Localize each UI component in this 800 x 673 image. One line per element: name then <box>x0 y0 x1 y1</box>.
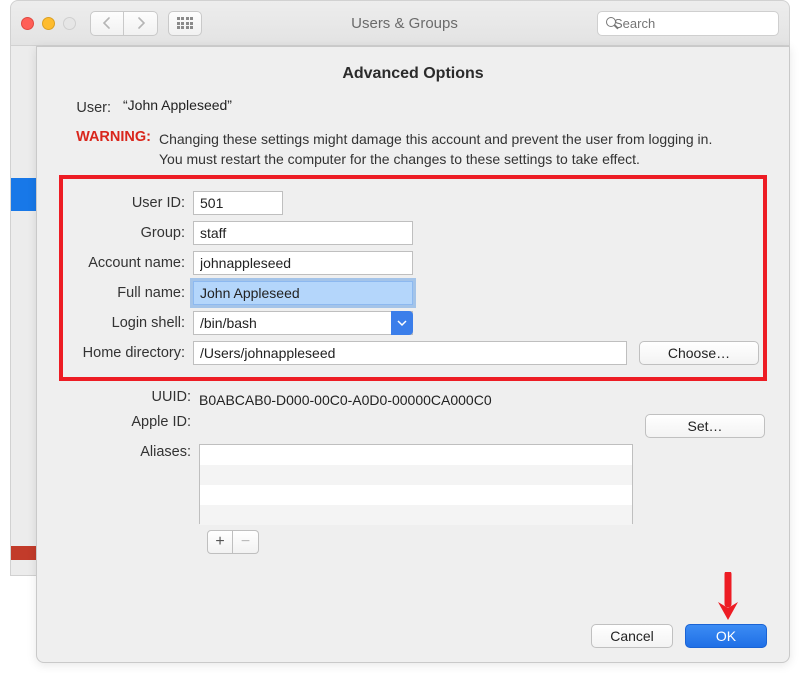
minimize-window-icon[interactable] <box>42 17 55 30</box>
group-field[interactable] <box>193 221 413 245</box>
uuid-value: B0ABCAB0-D000-00C0-A0D0-00000CA000C0 <box>199 389 492 408</box>
chevron-right-icon <box>136 17 146 29</box>
dialog-footer: Cancel OK <box>591 624 767 648</box>
choose-button[interactable]: Choose… <box>639 341 759 365</box>
login-shell-combo[interactable] <box>193 311 413 335</box>
cancel-button[interactable]: Cancel <box>591 624 673 648</box>
home-dir-field[interactable] <box>193 341 627 365</box>
account-name-field[interactable] <box>193 251 413 275</box>
full-name-field[interactable] <box>193 281 413 305</box>
uuid-label: UUID: <box>59 389 199 405</box>
home-dir-label: Home directory: <box>65 345 193 361</box>
forward-button[interactable] <box>124 11 158 36</box>
dialog-title: Advanced Options <box>59 65 767 83</box>
chevron-left-icon <box>102 17 112 29</box>
account-name-label: Account name: <box>65 255 193 271</box>
remove-alias-button[interactable]: − <box>233 530 259 554</box>
grid-icon <box>177 17 194 29</box>
add-alias-button[interactable]: + <box>207 530 233 554</box>
add-remove-group: + − <box>207 530 767 554</box>
warning-text: Changing these settings might damage thi… <box>159 129 719 169</box>
apple-id-label: Apple ID: <box>59 414 199 430</box>
traffic-lights <box>21 17 76 30</box>
back-button[interactable] <box>90 11 124 36</box>
close-window-icon[interactable] <box>21 17 34 30</box>
nav-buttons <box>90 11 158 36</box>
zoom-window-icon <box>63 17 76 30</box>
arrow-annotation-icon <box>715 572 741 622</box>
full-name-label: Full name: <box>65 285 193 301</box>
user-value: “John Appleseed” <box>119 97 767 113</box>
window-titlebar: Users & Groups <box>10 0 790 46</box>
ok-button[interactable]: OK <box>685 624 767 648</box>
user-label: User: <box>59 97 119 119</box>
advanced-options-dialog: Advanced Options User: “John Appleseed” … <box>36 46 790 663</box>
warning-label: WARNING: <box>59 129 159 145</box>
aliases-listbox[interactable] <box>199 444 633 524</box>
window-title: Users & Groups <box>212 15 597 32</box>
group-label: Group: <box>65 225 193 241</box>
login-shell-label: Login shell: <box>65 315 193 331</box>
set-apple-id-button[interactable]: Set… <box>645 414 765 438</box>
user-id-field[interactable] <box>193 191 283 215</box>
search-field-wrap[interactable] <box>597 11 779 36</box>
login-shell-field[interactable] <box>193 311 413 335</box>
sidebar <box>11 46 38 575</box>
aliases-label: Aliases: <box>59 444 199 460</box>
user-id-label: User ID: <box>65 195 193 211</box>
search-input[interactable] <box>612 15 792 32</box>
chevron-down-icon[interactable] <box>391 311 413 335</box>
sidebar-selection <box>11 178 38 211</box>
highlight-box: User ID: Group: Account name: Full name:… <box>59 175 767 381</box>
sidebar-lock-hint <box>11 546 38 560</box>
show-all-button[interactable] <box>168 11 202 36</box>
